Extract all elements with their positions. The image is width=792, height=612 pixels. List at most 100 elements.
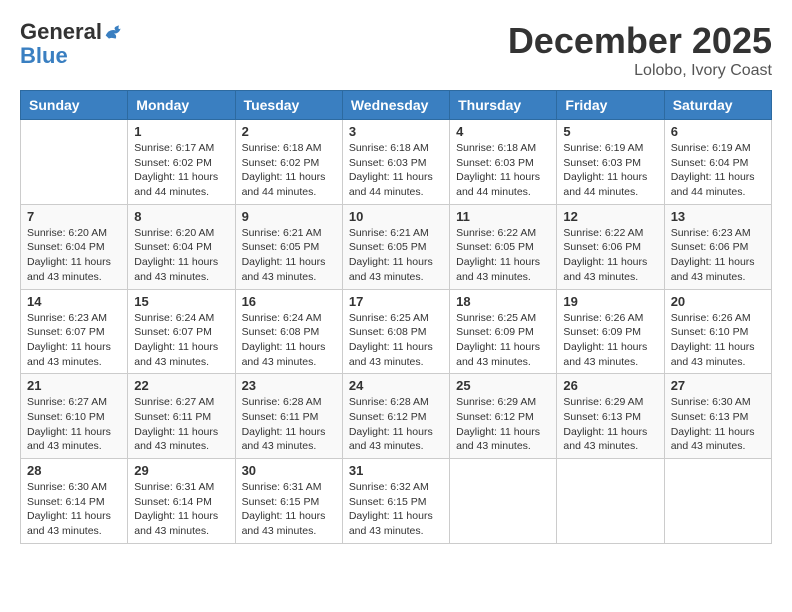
day-info: Sunrise: 6:21 AMSunset: 6:05 PMDaylight:… [242, 226, 336, 285]
day-number: 8 [134, 209, 228, 224]
calendar-cell: 15 Sunrise: 6:24 AMSunset: 6:07 PMDayligh… [128, 289, 235, 374]
day-info: Sunrise: 6:19 AMSunset: 6:03 PMDaylight:… [563, 141, 657, 200]
calendar-cell: 28 Sunrise: 6:30 AMSunset: 6:14 PMDayligh… [21, 459, 128, 544]
day-info: Sunrise: 6:20 AMSunset: 6:04 PMDaylight:… [27, 226, 121, 285]
calendar-cell: 23Sunrise: 6:28 AMSunset: 6:11 PMDayligh… [235, 374, 342, 459]
calendar-cell [557, 459, 664, 544]
day-info: Sunrise: 6:32 AMSunset: 6:15 PMDaylight:… [349, 480, 443, 539]
calendar-cell: 11 Sunrise: 6:22 AMSunset: 6:05 PMDayligh… [450, 204, 557, 289]
day-number: 9 [242, 209, 336, 224]
calendar-cell: 19 Sunrise: 6:26 AMSunset: 6:09 PMDayligh… [557, 289, 664, 374]
day-info: Sunrise: 6:17 AMSunset: 6:02 PMDaylight:… [134, 141, 228, 200]
day-number: 17 [349, 294, 443, 309]
calendar-header-friday: Friday [557, 91, 664, 120]
day-number: 7 [27, 209, 121, 224]
day-info: Sunrise: 6:21 AMSunset: 6:05 PMDaylight:… [349, 226, 443, 285]
calendar-cell: 20 Sunrise: 6:26 AMSunset: 6:10 PMDayligh… [664, 289, 771, 374]
day-info: Sunrise: 6:27 AMSunset: 6:10 PMDaylight:… [27, 395, 121, 454]
calendar-cell: 18 Sunrise: 6:25 AMSunset: 6:09 PMDayligh… [450, 289, 557, 374]
day-info: Sunrise: 6:29 AMSunset: 6:13 PMDaylight:… [563, 395, 657, 454]
calendar-cell [450, 459, 557, 544]
day-info: Sunrise: 6:28 AMSunset: 6:11 PMDaylight:… [242, 395, 336, 454]
day-info: Sunrise: 6:27 AMSunset: 6:11 PMDaylight:… [134, 395, 228, 454]
day-number: 6 [671, 124, 765, 139]
calendar-header-sunday: Sunday [21, 91, 128, 120]
calendar-week-4: 21 Sunrise: 6:27 AMSunset: 6:10 PMDayligh… [21, 374, 772, 459]
day-info: Sunrise: 6:26 AMSunset: 6:09 PMDaylight:… [563, 311, 657, 370]
day-info: Sunrise: 6:18 AMSunset: 6:02 PMDaylight:… [242, 141, 336, 200]
calendar-week-1: 1 Sunrise: 6:17 AMSunset: 6:02 PMDaylight… [21, 120, 772, 205]
calendar-cell [664, 459, 771, 544]
day-info: Sunrise: 6:26 AMSunset: 6:10 PMDaylight:… [671, 311, 765, 370]
day-number: 18 [456, 294, 550, 309]
calendar-cell: 14Sunrise: 6:23 AMSunset: 6:07 PMDayligh… [21, 289, 128, 374]
day-info: Sunrise: 6:22 AMSunset: 6:06 PMDaylight:… [563, 226, 657, 285]
day-info: Sunrise: 6:20 AMSunset: 6:04 PMDaylight:… [134, 226, 228, 285]
title-area: December 2025 Lolobo, Ivory Coast [508, 20, 772, 80]
day-number: 24 [349, 378, 443, 393]
calendar-cell: 13 Sunrise: 6:23 AMSunset: 6:06 PMDayligh… [664, 204, 771, 289]
day-number: 14 [27, 294, 121, 309]
logo-blue-text: Blue [20, 44, 68, 68]
day-number: 29 [134, 463, 228, 478]
calendar-cell: 10 Sunrise: 6:21 AMSunset: 6:05 PMDayligh… [342, 204, 449, 289]
calendar-cell: 21 Sunrise: 6:27 AMSunset: 6:10 PMDayligh… [21, 374, 128, 459]
day-number: 21 [27, 378, 121, 393]
calendar-cell: 7 Sunrise: 6:20 AMSunset: 6:04 PMDaylight… [21, 204, 128, 289]
day-number: 10 [349, 209, 443, 224]
day-number: 12 [563, 209, 657, 224]
calendar-cell: 30 Sunrise: 6:31 AMSunset: 6:15 PMDayligh… [235, 459, 342, 544]
day-number: 20 [671, 294, 765, 309]
logo-bird-icon [104, 23, 124, 41]
calendar-cell: 8 Sunrise: 6:20 AMSunset: 6:04 PMDaylight… [128, 204, 235, 289]
calendar-cell: 5 Sunrise: 6:19 AMSunset: 6:03 PMDaylight… [557, 120, 664, 205]
calendar-week-3: 14Sunrise: 6:23 AMSunset: 6:07 PMDayligh… [21, 289, 772, 374]
day-info: Sunrise: 6:30 AMSunset: 6:13 PMDaylight:… [671, 395, 765, 454]
calendar-cell: 17 Sunrise: 6:25 AMSunset: 6:08 PMDayligh… [342, 289, 449, 374]
day-info: Sunrise: 6:18 AMSunset: 6:03 PMDaylight:… [456, 141, 550, 200]
calendar-cell: 1 Sunrise: 6:17 AMSunset: 6:02 PMDaylight… [128, 120, 235, 205]
calendar-cell: 24Sunrise: 6:28 AMSunset: 6:12 PMDayligh… [342, 374, 449, 459]
calendar-cell: 4Sunrise: 6:18 AMSunset: 6:03 PMDaylight… [450, 120, 557, 205]
day-number: 5 [563, 124, 657, 139]
day-number: 1 [134, 124, 228, 139]
day-info: Sunrise: 6:31 AMSunset: 6:15 PMDaylight:… [242, 480, 336, 539]
calendar-cell: 3Sunrise: 6:18 AMSunset: 6:03 PMDaylight… [342, 120, 449, 205]
calendar-cell: 31 Sunrise: 6:32 AMSunset: 6:15 PMDayligh… [342, 459, 449, 544]
logo: General Blue [20, 20, 124, 68]
calendar-header-monday: Monday [128, 91, 235, 120]
month-title: December 2025 [508, 20, 772, 62]
day-info: Sunrise: 6:23 AMSunset: 6:06 PMDaylight:… [671, 226, 765, 285]
location: Lolobo, Ivory Coast [508, 62, 772, 80]
day-info: Sunrise: 6:30 AMSunset: 6:14 PMDaylight:… [27, 480, 121, 539]
day-number: 22 [134, 378, 228, 393]
day-number: 11 [456, 209, 550, 224]
day-info: Sunrise: 6:24 AMSunset: 6:07 PMDaylight:… [134, 311, 228, 370]
day-number: 19 [563, 294, 657, 309]
calendar-cell: 25 Sunrise: 6:29 AMSunset: 6:12 PMDayligh… [450, 374, 557, 459]
day-number: 16 [242, 294, 336, 309]
day-number: 26 [563, 378, 657, 393]
day-info: Sunrise: 6:22 AMSunset: 6:05 PMDaylight:… [456, 226, 550, 285]
logo-general-text: General [20, 20, 102, 44]
calendar-cell: 2Sunrise: 6:18 AMSunset: 6:02 PMDaylight… [235, 120, 342, 205]
day-info: Sunrise: 6:29 AMSunset: 6:12 PMDaylight:… [456, 395, 550, 454]
day-info: Sunrise: 6:24 AMSunset: 6:08 PMDaylight:… [242, 311, 336, 370]
day-number: 3 [349, 124, 443, 139]
calendar-cell: 22 Sunrise: 6:27 AMSunset: 6:11 PMDayligh… [128, 374, 235, 459]
day-number: 15 [134, 294, 228, 309]
calendar-week-5: 28 Sunrise: 6:30 AMSunset: 6:14 PMDayligh… [21, 459, 772, 544]
day-number: 28 [27, 463, 121, 478]
calendar-cell: 9 Sunrise: 6:21 AMSunset: 6:05 PMDaylight… [235, 204, 342, 289]
calendar-cell: 6Sunrise: 6:19 AMSunset: 6:04 PMDaylight… [664, 120, 771, 205]
calendar-cell: 12 Sunrise: 6:22 AMSunset: 6:06 PMDayligh… [557, 204, 664, 289]
day-number: 30 [242, 463, 336, 478]
calendar-header-saturday: Saturday [664, 91, 771, 120]
calendar-header-tuesday: Tuesday [235, 91, 342, 120]
day-info: Sunrise: 6:25 AMSunset: 6:08 PMDaylight:… [349, 311, 443, 370]
calendar-header-wednesday: Wednesday [342, 91, 449, 120]
day-number: 13 [671, 209, 765, 224]
day-number: 31 [349, 463, 443, 478]
day-info: Sunrise: 6:25 AMSunset: 6:09 PMDaylight:… [456, 311, 550, 370]
day-number: 25 [456, 378, 550, 393]
